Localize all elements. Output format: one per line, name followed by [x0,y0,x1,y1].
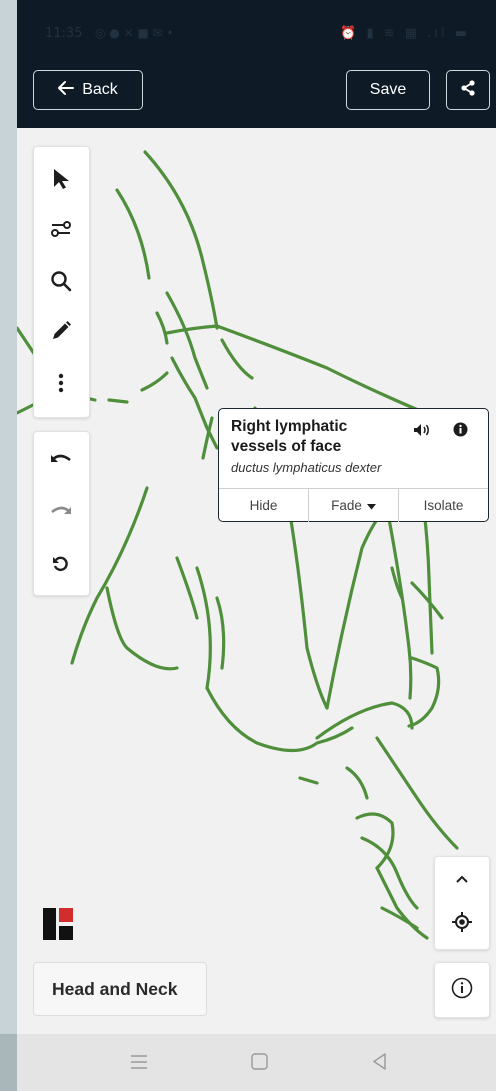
more-tools-button[interactable] [34,359,88,411]
pencil-icon [50,320,72,347]
tool-palette [33,146,90,418]
save-label: Save [369,81,407,98]
structure-info-popup: Right lymphatic vessels of face ductus l… [218,408,489,522]
toggle-icon [50,219,72,244]
search-tool-button[interactable] [34,257,88,309]
region-selector-button[interactable]: Head and Neck [33,962,207,1016]
redo-button[interactable] [34,488,88,540]
arrow-left-icon [58,80,75,100]
recent-apps-icon[interactable] [130,1054,148,1075]
recenter-button[interactable] [435,901,489,947]
history-palette [33,431,90,596]
save-button[interactable]: Save [346,70,430,110]
draw-tool-button[interactable] [34,307,88,359]
region-label: Head and Neck [52,978,178,999]
pointer-icon [52,168,70,195]
share-icon [460,79,476,101]
search-icon [50,270,72,297]
fade-dropdown-button[interactable]: Fade [309,489,399,522]
chevron-up-icon [456,870,468,888]
status-notification-icons: ◎ ● ✕ ■ ✉ • [95,26,174,40]
isolate-button[interactable]: Isolate [399,489,488,522]
status-bar: 11:35 ◎ ● ✕ ■ ✉ • ⏰ ▮ ≋ ▦ .ıl ▬ [17,0,496,62]
audio-icon[interactable] [413,423,431,442]
view-controls-panel [434,856,490,950]
anatomy-viewport[interactable]: Right lymphatic vessels of face ductus l… [17,128,496,1034]
collapse-button[interactable] [435,857,489,901]
nav-back-icon[interactable] [372,1053,387,1075]
caret-down-icon [366,498,376,513]
app-logo [43,908,73,940]
left-edge-strip [0,0,17,1091]
status-system-icons: ⏰ ▮ ≋ ▦ .ıl ▬ [340,26,470,41]
settings-tool-button[interactable] [34,205,88,257]
back-button[interactable]: Back [33,70,143,110]
nav-edge-strip [0,1034,17,1091]
reset-button[interactable] [34,540,88,592]
back-label: Back [82,81,118,98]
undo-button[interactable] [34,436,88,488]
hide-button[interactable]: Hide [219,489,309,522]
info-outline-icon [451,977,473,1004]
reset-icon [52,555,70,578]
hide-label: Hide [249,498,278,513]
crosshair-icon [451,911,473,938]
select-tool-button[interactable] [34,155,88,207]
info-button[interactable] [434,962,490,1018]
status-time: 11:35 [45,26,83,41]
structure-latin-name: ductus lymphaticus dexter [231,460,382,475]
popup-actions: Hide Fade Isolate [219,488,488,522]
fade-label: Fade [331,498,362,513]
structure-title: Right lymphatic vessels of face [231,418,348,455]
app-header: Back Save [17,62,496,128]
isolate-label: Isolate [423,498,464,513]
undo-icon [50,452,72,473]
home-icon[interactable] [251,1053,268,1075]
redo-icon [50,504,72,525]
more-icon [58,373,64,398]
share-button[interactable] [446,70,490,110]
system-nav-bar [17,1034,496,1091]
info-circle-icon[interactable] [453,422,468,442]
